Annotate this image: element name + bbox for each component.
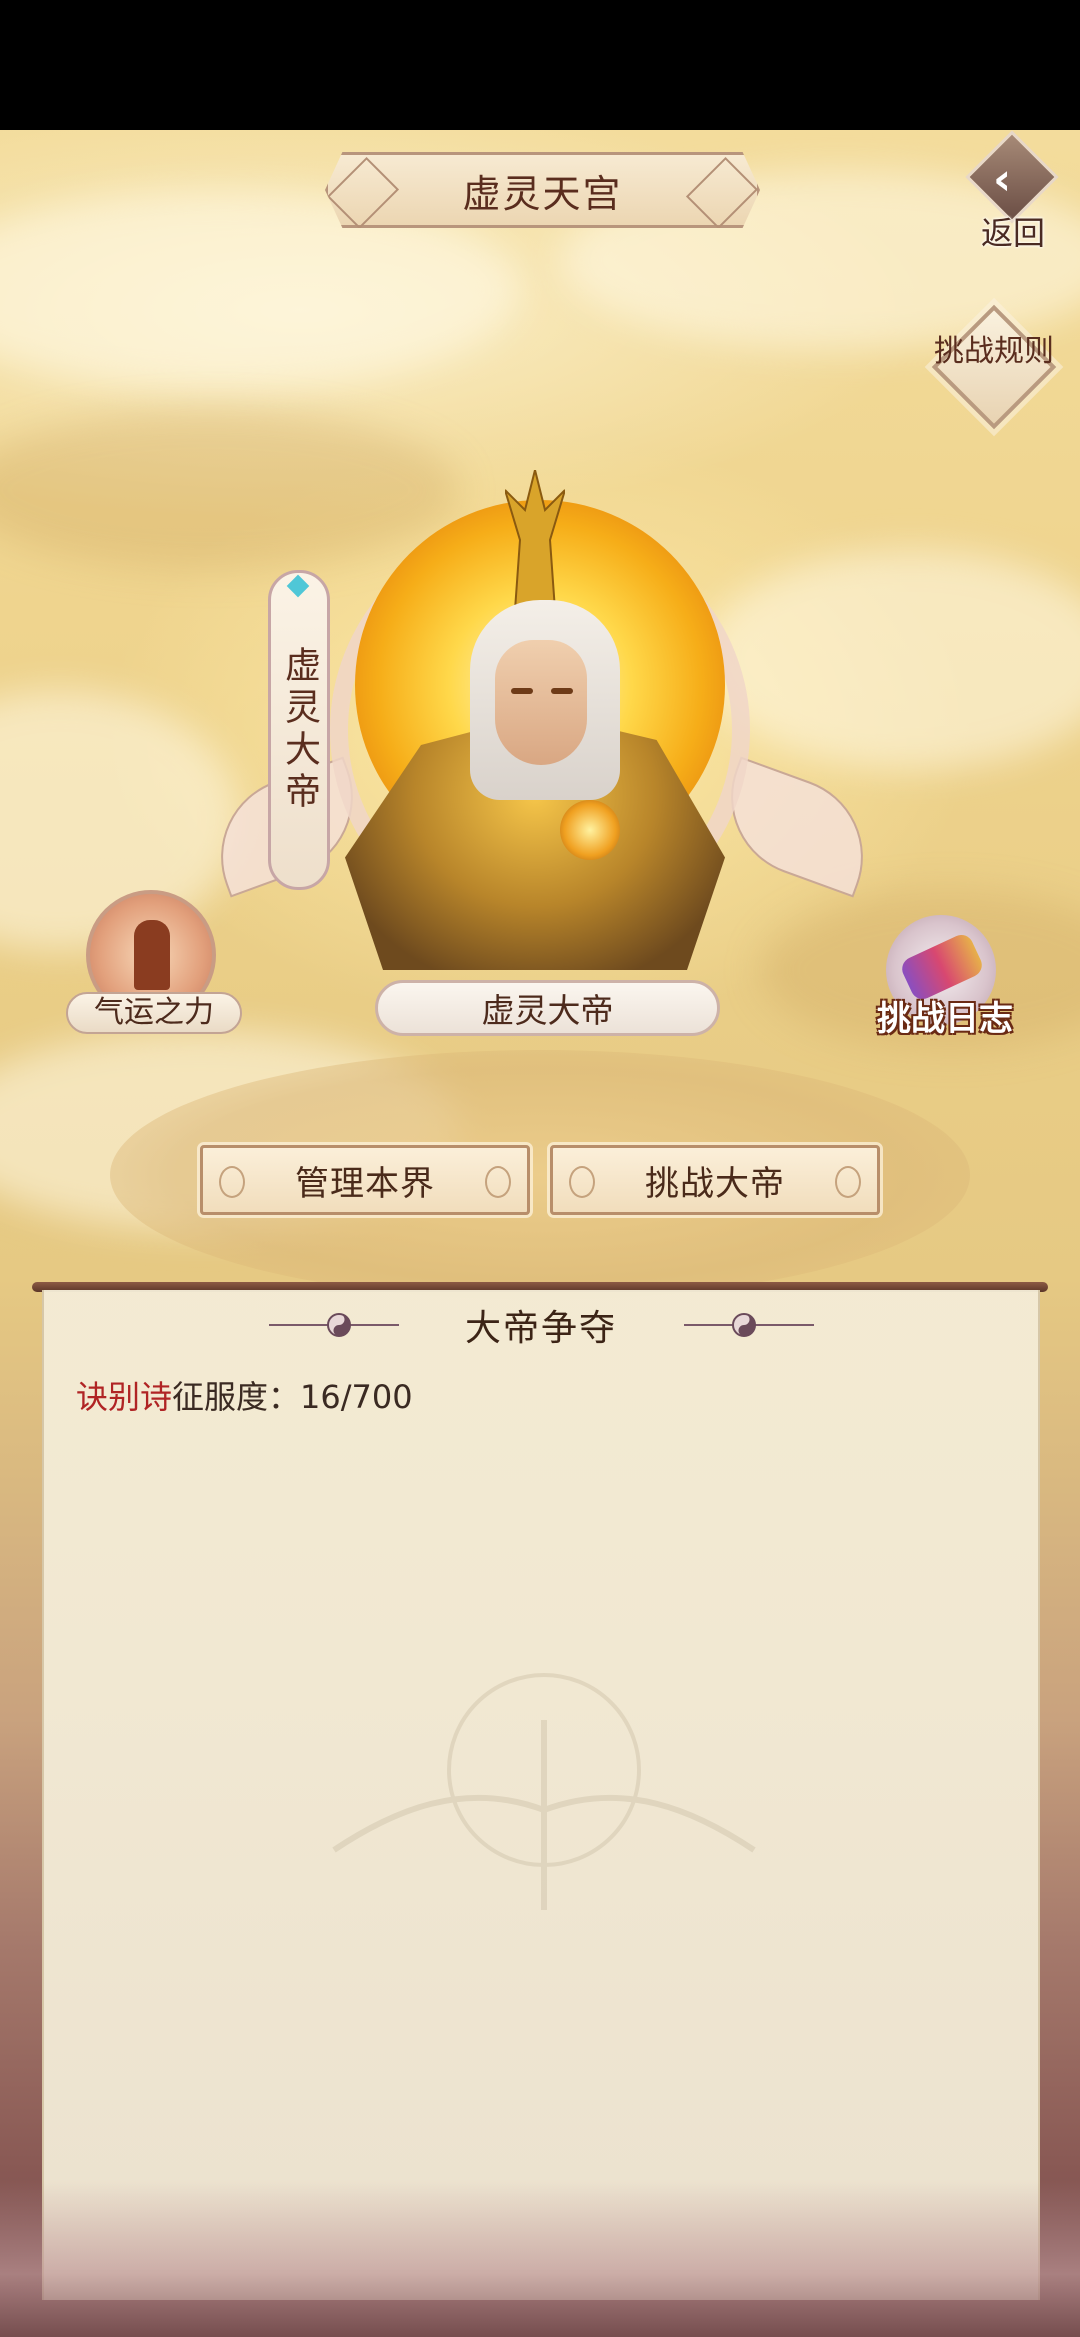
phoenix-watermark-icon xyxy=(332,1673,756,1910)
ornament xyxy=(485,1166,511,1198)
bottom-cloud xyxy=(0,2180,1080,2337)
emperor-title-text: 虚灵大帝 xyxy=(279,646,320,814)
emperor-name-plate: 虚灵大帝 xyxy=(375,980,720,1036)
meditating-figure-icon xyxy=(134,920,170,990)
emperor-portrait[interactable] xyxy=(340,480,740,980)
fortune-power-label: 气运之力 xyxy=(66,992,242,1034)
back-button[interactable]: ‹ 返回 xyxy=(965,130,1065,252)
challenge-emperor-button[interactable]: 挑战大帝 xyxy=(550,1145,880,1215)
yin-yang-ornament-icon xyxy=(269,1313,399,1337)
challenge-log-label: 挑战日志 xyxy=(877,999,1013,1039)
conquest-value: 16/700 xyxy=(300,1378,413,1416)
emperor-contest-panel: 大帝争夺 诀别诗征服度：16/700 xyxy=(42,1290,1040,2300)
page-title: 虚灵天宫 xyxy=(462,171,623,216)
conquest-label: 征服度： xyxy=(172,1378,301,1416)
panel-title: 大帝争夺 xyxy=(464,1308,617,1349)
cloud xyxy=(700,550,1080,770)
challenge-log-button[interactable]: 挑战日志 xyxy=(870,915,1020,1045)
status-bar xyxy=(0,0,1080,130)
emperor-name: 虚灵大帝 xyxy=(481,991,614,1030)
ornament xyxy=(835,1166,861,1198)
rules-button-label: 挑战规则 xyxy=(934,334,1054,369)
conquest-progress: 诀别诗征服度：16/700 xyxy=(76,1372,413,1418)
manage-realm-button[interactable]: 管理本界 xyxy=(200,1145,530,1215)
page-title-banner: 虚灵天宫 xyxy=(325,152,760,228)
player-name: 诀别诗 xyxy=(76,1378,173,1416)
back-arrow-icon: ‹ xyxy=(993,154,1012,205)
manage-realm-label: 管理本界 xyxy=(295,1163,435,1204)
ornament xyxy=(219,1166,245,1198)
panel-header: 大帝争夺 xyxy=(44,1290,1038,1360)
emperor-title-banner: 虚灵大帝 xyxy=(268,570,330,890)
fortune-power-button[interactable]: 气运之力 xyxy=(64,890,244,1040)
challenge-emperor-label: 挑战大帝 xyxy=(645,1163,785,1204)
back-button-label: 返回 xyxy=(981,214,1046,252)
ornament xyxy=(569,1166,595,1198)
yin-yang-ornament-icon xyxy=(684,1313,814,1337)
challenge-rules-button[interactable]: 挑战规则 xyxy=(931,304,1057,430)
